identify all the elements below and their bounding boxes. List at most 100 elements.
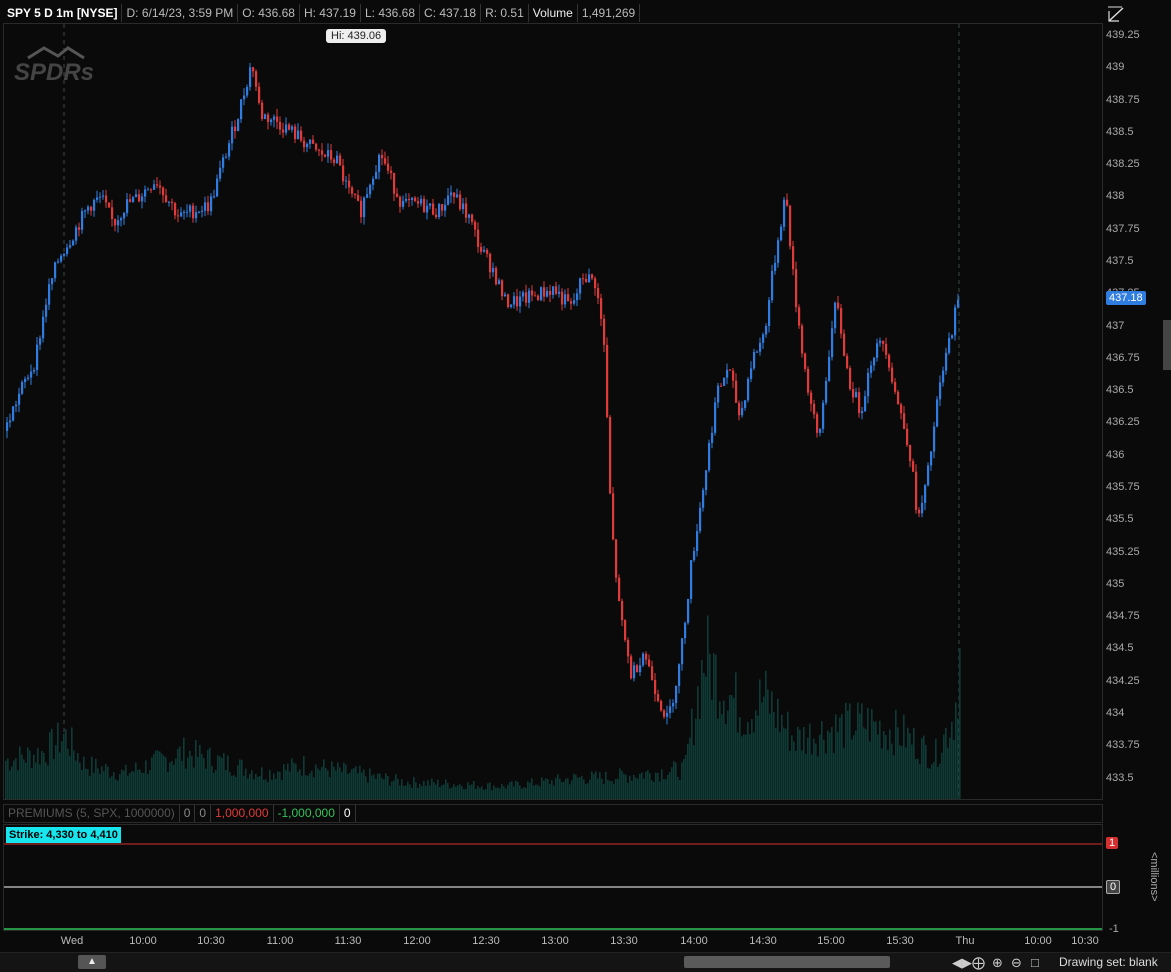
volume-bar xyxy=(699,718,701,799)
volume-bar xyxy=(61,741,63,799)
volume-bar xyxy=(55,745,57,799)
drawing-tool-icon[interactable] xyxy=(1106,5,1126,23)
candle-body xyxy=(327,150,330,157)
time-axis[interactable]: Wed 10:00 10:30 11:00 11:30 12:00 12:30 13:00 13… xyxy=(3,932,1103,952)
volume-bar xyxy=(237,765,239,799)
candle-body xyxy=(72,240,75,246)
candle-body xyxy=(144,189,147,197)
volume-bar xyxy=(23,759,25,799)
candle-body xyxy=(738,402,741,416)
volume-bar xyxy=(423,781,425,799)
candle-body xyxy=(552,286,555,295)
volume-bar xyxy=(189,750,191,799)
volume-bar xyxy=(897,727,899,799)
volume-bar xyxy=(323,759,325,799)
candle-body xyxy=(411,197,414,201)
drawing-set-label[interactable]: Drawing set: blank xyxy=(1059,955,1158,969)
volume-bar xyxy=(641,772,643,799)
candle-body xyxy=(84,210,87,212)
volume-bar xyxy=(543,780,545,799)
candle-body xyxy=(927,465,930,486)
volume-bar xyxy=(691,708,693,799)
volume-bar xyxy=(497,787,499,799)
candle-body xyxy=(711,432,714,443)
candle-body xyxy=(591,274,594,279)
time-scrollbar[interactable] xyxy=(684,956,890,968)
study-name[interactable]: PREMIUMS (5, SPX, 1000000) xyxy=(4,805,180,822)
volume-bar xyxy=(65,729,67,799)
volume-bar xyxy=(749,734,751,799)
volume-bar xyxy=(617,778,619,799)
price-tick-label: 438 xyxy=(1106,190,1125,203)
candle-body xyxy=(780,226,783,241)
vertical-scrollbar[interactable] xyxy=(1163,320,1171,370)
candle-body xyxy=(312,139,315,144)
scroll-to-start-icon[interactable]: ▲ xyxy=(78,955,106,969)
candle-body xyxy=(957,299,960,308)
candle-body xyxy=(558,291,561,294)
low-readout: L: 436.68 xyxy=(361,4,421,22)
volume-bar xyxy=(711,699,713,799)
volume-bar xyxy=(35,762,37,799)
volume-bar xyxy=(805,753,807,799)
candle-body xyxy=(333,159,336,163)
volume-bar xyxy=(709,653,711,799)
volume-bar xyxy=(523,787,525,799)
candle-body xyxy=(549,291,552,295)
candle-body xyxy=(783,199,786,227)
volume-bar xyxy=(675,762,677,799)
volume-bar xyxy=(445,779,447,799)
volume-bar xyxy=(901,746,903,799)
zoom-box-icon[interactable]: □ xyxy=(1031,955,1039,970)
volume-bar xyxy=(935,738,937,799)
volume-bar xyxy=(723,700,725,799)
premiums-panel[interactable] xyxy=(3,824,1103,931)
candle-body xyxy=(30,371,33,378)
volume-bar xyxy=(949,737,951,799)
candle-body xyxy=(60,255,63,262)
volume-bar xyxy=(169,762,171,799)
volume-bar xyxy=(463,789,465,799)
volume-bar xyxy=(609,781,611,799)
volume-bar xyxy=(679,780,681,799)
candle-body xyxy=(321,150,324,155)
price-axis[interactable]: 439.25 439 438.75 438.5 438.25 438 437.75 437.5… xyxy=(1104,23,1171,800)
time-tick-label: 12:30 xyxy=(472,935,500,947)
candle-body xyxy=(240,99,243,120)
candle-body xyxy=(174,203,177,216)
candle-body xyxy=(690,560,693,599)
volume-bar xyxy=(441,785,443,799)
price-panel[interactable] xyxy=(3,23,1103,800)
volume-bar xyxy=(905,747,907,799)
zoom-out-icon[interactable]: ⊖ xyxy=(1011,955,1022,971)
volume-bar xyxy=(865,729,867,799)
volume-bar xyxy=(631,780,633,799)
candle-body xyxy=(141,196,144,202)
volume-bar xyxy=(143,772,145,799)
price-tick-label: 438.5 xyxy=(1106,125,1134,138)
volume-bar xyxy=(677,776,679,799)
candle-body xyxy=(930,451,933,466)
volume-bar xyxy=(861,703,863,799)
candle-body xyxy=(627,639,630,657)
candle-body xyxy=(837,302,840,309)
volume-bar xyxy=(661,769,663,799)
pan-icon[interactable]: ⨁ xyxy=(972,955,985,971)
volume-bar xyxy=(531,778,533,799)
candle-body xyxy=(912,461,915,472)
candle-body xyxy=(804,353,807,369)
volume-bar xyxy=(907,727,909,799)
volume-bar xyxy=(27,747,29,799)
volume-bar xyxy=(345,764,347,799)
symbol-label[interactable]: SPY 5 D 1m [NYSE] xyxy=(3,4,123,22)
volume-bar xyxy=(253,779,255,799)
candle-body xyxy=(444,204,447,211)
zoom-in-icon[interactable]: ⊕ xyxy=(992,955,1003,971)
volume-bar xyxy=(57,722,59,799)
scroll-arrows-icon[interactable]: ◀▶ xyxy=(952,955,972,971)
candle-body xyxy=(63,253,66,256)
volume-bar xyxy=(883,731,885,799)
volume-bar xyxy=(753,732,755,799)
candle-body xyxy=(891,367,894,383)
candle-body xyxy=(882,340,885,344)
